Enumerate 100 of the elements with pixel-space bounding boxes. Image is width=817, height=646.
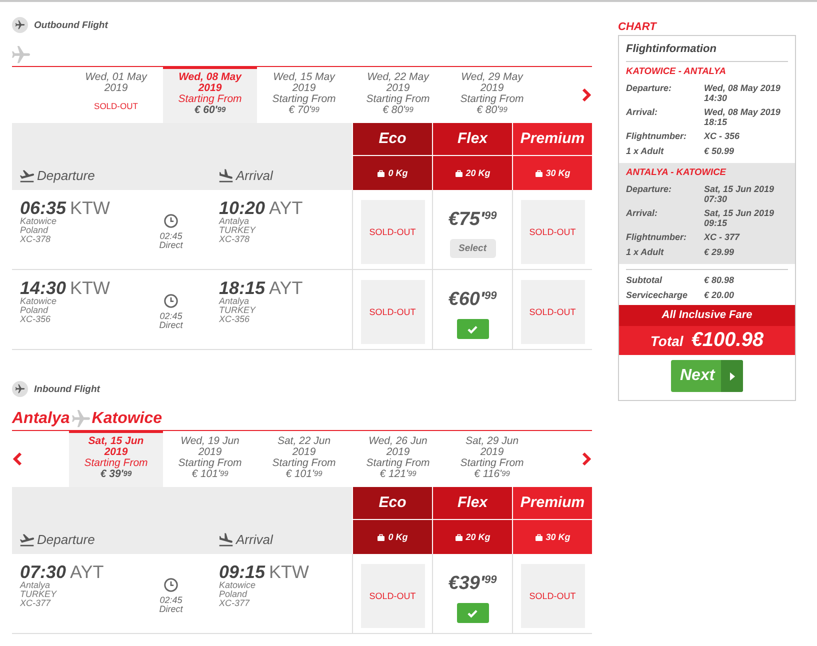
selected-fare-button[interactable] <box>456 603 488 623</box>
airport-code: AYT <box>269 279 303 297</box>
date-tab[interactable]: Wed, 29 May 2019 Starting From € 80'$^{99}$ <box>445 67 539 123</box>
date-tab[interactable]: Wed, 19 Jun 2019 Starting From € 101'$^{99}$ <box>163 431 257 487</box>
detail-label: Flightnumber: <box>626 233 688 242</box>
column-label: Arrival <box>236 168 273 183</box>
route-destination: Katowice <box>92 409 162 429</box>
detail-label: 1 x Adult <box>626 248 665 257</box>
city-name: Katowice <box>20 297 58 306</box>
fare-class-header: Premium <box>513 123 592 155</box>
date-tab[interactable]: Sat, 29 Jun 2019 Starting From € 116'$^{99}$ <box>445 431 539 487</box>
departure-time: 07:30 <box>20 563 66 581</box>
detail-label: 1 x Adult <box>626 146 665 156</box>
detail-value: Wed, 08 May 2019 18:15 <box>704 108 782 127</box>
detail-value: € 29.99 <box>704 248 736 257</box>
detail-value: XC - 377 <box>704 233 741 242</box>
baggage-allowance: 0 Kg <box>388 532 408 542</box>
date-tab[interactable]: Wed, 08 May 2019 Starting From € 60'$^{99}$ <box>163 67 257 123</box>
fare-price: €39'$^{99}$ <box>448 573 497 595</box>
country-name: TURKEY <box>219 306 257 315</box>
departure-time: 06:35 <box>20 199 66 217</box>
city-name: Katowice <box>20 217 58 226</box>
total-label: Subtotal <box>626 276 664 286</box>
fare-class-header: Flex <box>433 123 512 155</box>
landing-icon <box>219 532 233 546</box>
column-label: Departure <box>37 532 95 547</box>
landing-icon <box>219 168 233 182</box>
baggage-allowance: 30 Kg <box>546 168 570 178</box>
airport-code: AYT <box>269 199 303 217</box>
baggage-allowance: 0 Kg <box>388 168 408 178</box>
flight-number: XC-356 <box>219 315 251 324</box>
section-heading: Outbound Flight <box>34 20 108 30</box>
flight-number: XC-356 <box>20 315 52 324</box>
country-name: Poland <box>219 590 248 599</box>
flight-duration: 02:45 <box>160 596 182 605</box>
flight-number: XC-378 <box>219 235 251 244</box>
chevron-right-icon[interactable] <box>582 88 591 102</box>
detail-value: XC - 356 <box>704 132 741 142</box>
city-name: Antalya <box>219 297 250 306</box>
flight-duration: 02:45 <box>160 312 182 321</box>
plane-icon <box>12 17 28 33</box>
clock-icon <box>164 214 178 228</box>
fare-class-header: Premium <box>513 487 592 519</box>
baggage-allowance: 30 Kg <box>546 532 570 542</box>
flight-duration: 02:45 <box>160 232 182 241</box>
detail-label: Departure: <box>626 84 673 95</box>
country-name: Poland <box>20 306 50 315</box>
stops-label: Direct <box>159 321 183 330</box>
flight-number: XC-378 <box>20 235 52 244</box>
city-name: Antalya <box>219 217 250 226</box>
chevron-right-icon[interactable] <box>582 452 591 466</box>
country-name: TURKEY <box>219 226 257 235</box>
luggage-icon <box>454 170 463 176</box>
airport-code: KTW <box>269 563 310 581</box>
date-tab[interactable]: Wed, 15 May 2019 Starting From € 70'$^{99}$ <box>257 67 351 123</box>
sold-out-tile: SOLD-OUT <box>360 200 424 264</box>
chevron-left-icon[interactable] <box>13 452 22 466</box>
airport-code: KTW <box>70 279 110 297</box>
luggage-icon <box>377 534 386 540</box>
country-name: TURKEY <box>20 590 58 599</box>
sold-out-tile: SOLD-OUT <box>360 280 424 344</box>
grand-total-label: Total <box>650 332 684 348</box>
date-tab[interactable]: Wed, 22 May 2019 Starting From € 80'$^{99}$ <box>351 67 445 123</box>
panel-heading: Flightinformation <box>625 42 718 56</box>
date-tab[interactable]: Wed, 26 Jun 2019 Starting From € 121'$^{99}$ <box>351 431 445 487</box>
route-origin: Antalya <box>12 409 70 429</box>
luggage-icon <box>454 534 463 540</box>
clock-icon <box>164 294 178 308</box>
date-tab[interactable]: Sat, 15 Jun 2019 Starting From € 39'$^{99}$ <box>69 431 163 487</box>
detail-value: Sat, 15 Jun 2019 09:15 <box>704 209 776 228</box>
grand-total-amount: €100.98 <box>691 329 764 352</box>
flight-number: XC-377 <box>20 599 52 608</box>
baggage-allowance: 20 Kg <box>466 168 490 178</box>
departure-time: 14:30 <box>20 279 66 297</box>
arrival-time: 18:15 <box>219 279 266 297</box>
city-name: Katowice <box>219 581 257 590</box>
arrival-time: 09:15 <box>219 563 266 581</box>
fare-class-header: Eco <box>353 123 432 155</box>
check-icon <box>467 324 478 334</box>
fare-class-header: Eco <box>353 487 432 519</box>
luggage-icon <box>534 170 543 176</box>
country-name: Poland <box>20 226 50 235</box>
select-button[interactable]: Select <box>450 239 496 258</box>
total-value: € 80.98 <box>704 276 736 286</box>
plane-icon <box>72 410 90 428</box>
flight-number: XC-377 <box>219 599 251 608</box>
leg-route: KATOWICE - ANTALYA <box>626 65 728 77</box>
selected-fare-button[interactable] <box>456 319 488 339</box>
total-label: Servicecharge <box>626 290 689 300</box>
takeoff-icon <box>20 532 34 546</box>
sidebar-title: CHART <box>618 20 658 34</box>
baggage-allowance: 20 Kg <box>466 532 490 542</box>
arrival-time: 10:20 <box>219 199 266 217</box>
stops-label: Direct <box>159 605 183 614</box>
date-tab[interactable]: Wed, 01 May 2019 SOLD-OUT <box>69 67 163 123</box>
date-tab[interactable]: Sat, 22 Jun 2019 Starting From € 101'$^{99}$ <box>257 431 351 487</box>
sold-out-tile: SOLD-OUT <box>520 280 584 344</box>
plane-icon <box>12 381 28 397</box>
leg-route: ANTALYA - KATOWICE <box>626 166 728 178</box>
total-value: € 20.00 <box>704 290 736 300</box>
